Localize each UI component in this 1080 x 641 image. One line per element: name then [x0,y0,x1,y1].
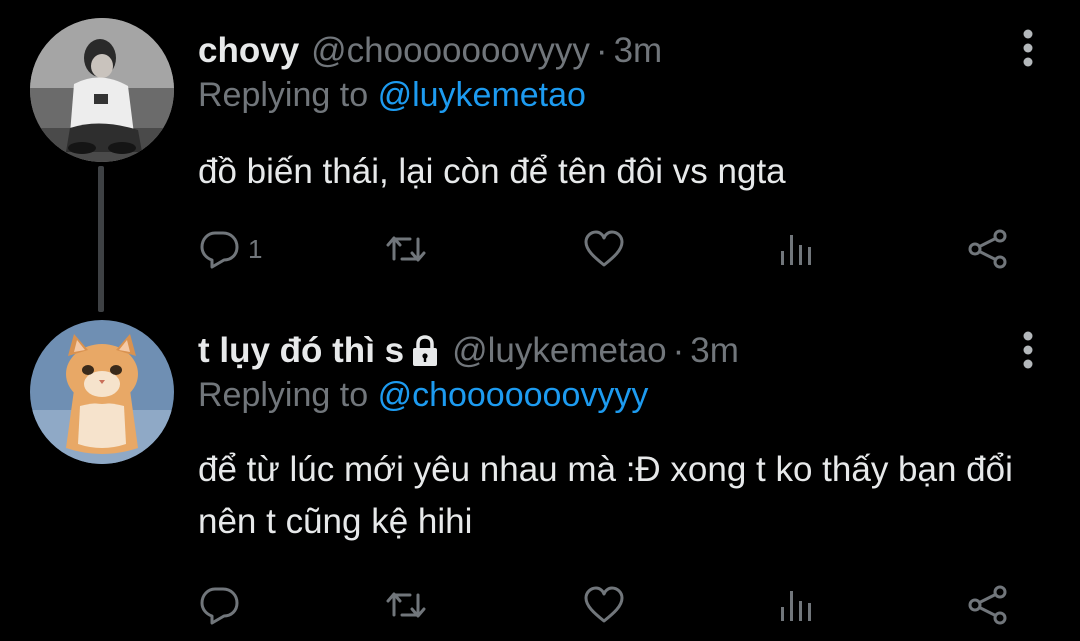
tweet[interactable]: chovy @chooooooovyyy · 3m Replying to @l… [0,0,1080,312]
heart-icon [584,230,624,267]
replying-to-mention[interactable]: @chooooooovyyy [378,376,649,414]
share-icon [968,585,1007,625]
tweet-actions [198,580,1038,630]
separator-dot: · [672,331,685,370]
lock-icon [413,335,438,366]
timestamp[interactable]: 3m [690,331,739,371]
views-chart-icon [781,235,811,265]
like-button[interactable] [582,224,626,274]
timestamp[interactable]: 3m [614,31,663,71]
reply-button[interactable]: 1 [198,224,262,274]
avatar[interactable] [30,18,174,162]
share-button[interactable] [966,224,1010,274]
views-button[interactable] [776,580,820,630]
tweet-header: chovy @chooooooovyyy · 3m [198,28,662,74]
replying-to-mention[interactable]: @luykemetao [378,76,586,114]
display-name[interactable]: chovy [198,31,299,71]
tweet-header: t lụy đó thì s @luykemetao · 3m [198,328,739,374]
like-button[interactable] [582,580,626,630]
share-icon [968,229,1007,269]
replying-to-label: Replying to [198,76,369,114]
more-vertical-icon[interactable] [1022,330,1034,370]
reply-icon [200,231,239,269]
avatar-photo [30,18,174,162]
tweet[interactable]: t lụy đó thì s @luykemetao · 3m Replying… [0,300,1080,641]
retweet-icon [386,236,426,262]
tweet-text: để từ lúc mới yêu nhau mà :Đ xong t ko t… [198,450,1013,541]
more-vertical-icon[interactable] [1022,28,1034,68]
separator-dot: · [595,31,608,70]
avatar[interactable] [30,320,174,464]
views-chart-icon [781,591,811,621]
reply-button[interactable] [198,580,248,630]
replying-to-label: Replying to [198,376,369,414]
share-button[interactable] [966,580,1010,630]
reply-count: 1 [248,233,263,264]
heart-icon [584,586,624,623]
retweet-button[interactable] [384,224,428,274]
retweet-icon [386,592,426,618]
replying-to-line: Replying to @chooooooovyyy [198,376,648,415]
avatar-photo [30,320,174,464]
reply-icon [200,587,239,625]
tweet-text: đồ biến thái, lại còn để tên đôi vs ngta [198,152,786,191]
user-handle[interactable]: @chooooooovyyy [311,31,590,71]
thread-connector-line [98,166,104,312]
user-handle[interactable]: @luykemetao [452,331,667,371]
display-name[interactable]: t lụy đó thì s [198,331,404,371]
retweet-button[interactable] [384,580,428,630]
tweet-actions: 1 [198,224,1038,274]
replying-to-line: Replying to @luykemetao [198,76,586,115]
views-button[interactable] [776,224,820,274]
